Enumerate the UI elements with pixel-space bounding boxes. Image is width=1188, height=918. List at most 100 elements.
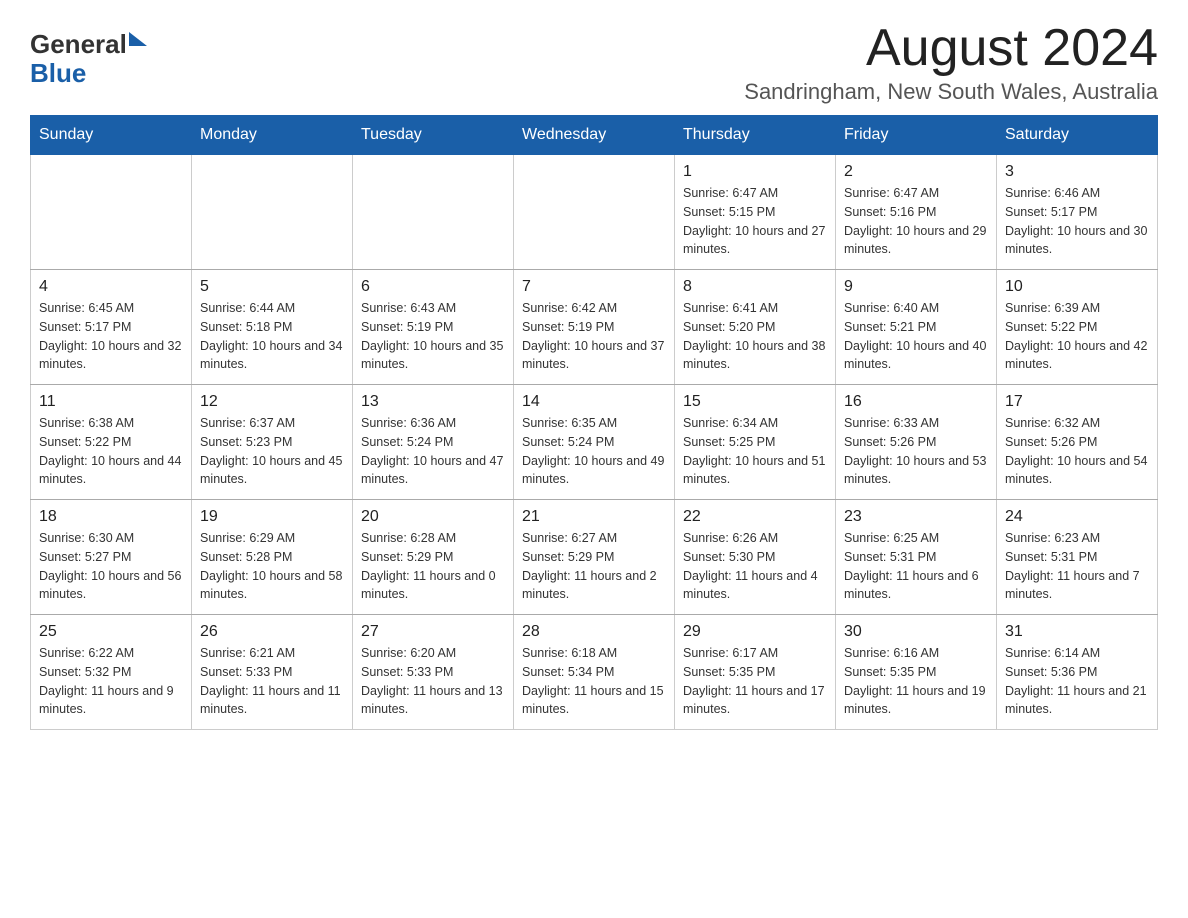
cell-day-number: 3 <box>1005 163 1149 181</box>
cell-day-number: 5 <box>200 278 344 296</box>
cell-day-number: 6 <box>361 278 505 296</box>
calendar-cell: 9 Sunrise: 6:40 AMSunset: 5:21 PMDaylight… <box>836 270 997 385</box>
calendar-cell: 3 Sunrise: 6:46 AMSunset: 5:17 PMDaylight… <box>997 155 1158 270</box>
cell-info-text: Sunrise: 6:39 AMSunset: 5:22 PMDaylight:… <box>1005 299 1149 374</box>
calendar-week-row: 4 Sunrise: 6:45 AMSunset: 5:17 PMDaylight… <box>31 270 1158 385</box>
cell-info-text: Sunrise: 6:35 AMSunset: 5:24 PMDaylight:… <box>522 414 666 489</box>
cell-info-text: Sunrise: 6:29 AMSunset: 5:28 PMDaylight:… <box>200 529 344 604</box>
title-block: August 2024 Sandringham, New South Wales… <box>744 20 1158 105</box>
calendar-cell: 30 Sunrise: 6:16 AMSunset: 5:35 PMDayligh… <box>836 615 997 730</box>
calendar-week-row: 11Sunrise: 6:38 AMSunset: 5:22 PMDayligh… <box>31 385 1158 500</box>
calendar-cell: 22 Sunrise: 6:26 AMSunset: 5:30 PMDayligh… <box>675 500 836 615</box>
calendar-cell: 29 Sunrise: 6:17 AMSunset: 5:35 PMDayligh… <box>675 615 836 730</box>
cell-info-text: Sunrise: 6:21 AMSunset: 5:33 PMDaylight:… <box>200 644 344 719</box>
cell-info-text: Sunrise: 6:43 AMSunset: 5:19 PMDaylight:… <box>361 299 505 374</box>
cell-day-number: 4 <box>39 278 183 296</box>
cell-info-text: Sunrise: 6:25 AMSunset: 5:31 PMDaylight:… <box>844 529 988 604</box>
cell-info-text: Sunrise: 6:27 AMSunset: 5:29 PMDaylight:… <box>522 529 666 604</box>
cell-info-text: Sunrise: 6:47 AMSunset: 5:15 PMDaylight:… <box>683 184 827 259</box>
cell-info-text: Sunrise: 6:17 AMSunset: 5:35 PMDaylight:… <box>683 644 827 719</box>
calendar-cell: 24Sunrise: 6:23 AMSunset: 5:31 PMDayligh… <box>997 500 1158 615</box>
cell-info-text: Sunrise: 6:28 AMSunset: 5:29 PMDaylight:… <box>361 529 505 604</box>
calendar-cell: 13 Sunrise: 6:36 AMSunset: 5:24 PMDayligh… <box>353 385 514 500</box>
calendar-cell: 12 Sunrise: 6:37 AMSunset: 5:23 PMDayligh… <box>192 385 353 500</box>
cell-day-number: 14 <box>522 393 666 411</box>
calendar-cell <box>31 155 192 270</box>
cell-info-text: Sunrise: 6:45 AMSunset: 5:17 PMDaylight:… <box>39 299 183 374</box>
cell-info-text: Sunrise: 6:18 AMSunset: 5:34 PMDaylight:… <box>522 644 666 719</box>
cell-info-text: Sunrise: 6:47 AMSunset: 5:16 PMDaylight:… <box>844 184 988 259</box>
weekday-header-wednesday: Wednesday <box>514 116 675 155</box>
calendar-cell: 1 Sunrise: 6:47 AMSunset: 5:15 PMDaylight… <box>675 155 836 270</box>
cell-info-text: Sunrise: 6:36 AMSunset: 5:24 PMDaylight:… <box>361 414 505 489</box>
logo-general-text: General <box>30 30 127 59</box>
calendar-cell: 23Sunrise: 6:25 AMSunset: 5:31 PMDayligh… <box>836 500 997 615</box>
calendar-cell: 17 Sunrise: 6:32 AMSunset: 5:26 PMDayligh… <box>997 385 1158 500</box>
calendar-cell: 28Sunrise: 6:18 AMSunset: 5:34 PMDayligh… <box>514 615 675 730</box>
weekday-header-friday: Friday <box>836 116 997 155</box>
cell-info-text: Sunrise: 6:26 AMSunset: 5:30 PMDaylight:… <box>683 529 827 604</box>
calendar-cell: 31Sunrise: 6:14 AMSunset: 5:36 PMDayligh… <box>997 615 1158 730</box>
cell-day-number: 20 <box>361 508 505 526</box>
cell-info-text: Sunrise: 6:20 AMSunset: 5:33 PMDaylight:… <box>361 644 505 719</box>
cell-info-text: Sunrise: 6:41 AMSunset: 5:20 PMDaylight:… <box>683 299 827 374</box>
cell-day-number: 22 <box>683 508 827 526</box>
calendar-cell <box>192 155 353 270</box>
logo-blue-text: Blue <box>30 58 86 88</box>
cell-day-number: 30 <box>844 623 988 641</box>
cell-day-number: 12 <box>200 393 344 411</box>
cell-day-number: 10 <box>1005 278 1149 296</box>
cell-info-text: Sunrise: 6:23 AMSunset: 5:31 PMDaylight:… <box>1005 529 1149 604</box>
cell-info-text: Sunrise: 6:16 AMSunset: 5:35 PMDaylight:… <box>844 644 988 719</box>
calendar-cell: 14 Sunrise: 6:35 AMSunset: 5:24 PMDayligh… <box>514 385 675 500</box>
cell-info-text: Sunrise: 6:46 AMSunset: 5:17 PMDaylight:… <box>1005 184 1149 259</box>
month-title: August 2024 <box>744 20 1158 77</box>
cell-info-text: Sunrise: 6:33 AMSunset: 5:26 PMDaylight:… <box>844 414 988 489</box>
cell-day-number: 17 <box>1005 393 1149 411</box>
calendar-cell: 27 Sunrise: 6:20 AMSunset: 5:33 PMDayligh… <box>353 615 514 730</box>
calendar-cell: 2 Sunrise: 6:47 AMSunset: 5:16 PMDaylight… <box>836 155 997 270</box>
calendar-cell: 8Sunrise: 6:41 AMSunset: 5:20 PMDaylight… <box>675 270 836 385</box>
cell-info-text: Sunrise: 6:32 AMSunset: 5:26 PMDaylight:… <box>1005 414 1149 489</box>
weekday-header-monday: Monday <box>192 116 353 155</box>
cell-info-text: Sunrise: 6:44 AMSunset: 5:18 PMDaylight:… <box>200 299 344 374</box>
cell-info-text: Sunrise: 6:37 AMSunset: 5:23 PMDaylight:… <box>200 414 344 489</box>
calendar-week-row: 1 Sunrise: 6:47 AMSunset: 5:15 PMDaylight… <box>31 155 1158 270</box>
logo: General Blue <box>30 30 147 87</box>
cell-info-text: Sunrise: 6:40 AMSunset: 5:21 PMDaylight:… <box>844 299 988 374</box>
calendar-week-row: 25 Sunrise: 6:22 AMSunset: 5:32 PMDayligh… <box>31 615 1158 730</box>
cell-day-number: 21 <box>522 508 666 526</box>
calendar-cell: 10 Sunrise: 6:39 AMSunset: 5:22 PMDayligh… <box>997 270 1158 385</box>
cell-day-number: 29 <box>683 623 827 641</box>
page-header: General Blue August 2024 Sandringham, Ne… <box>30 20 1158 105</box>
cell-day-number: 7 <box>522 278 666 296</box>
logo-triangle-icon <box>129 32 147 46</box>
cell-day-number: 18 <box>39 508 183 526</box>
cell-day-number: 25 <box>39 623 183 641</box>
location-subtitle: Sandringham, New South Wales, Australia <box>744 79 1158 105</box>
calendar-cell: 6 Sunrise: 6:43 AMSunset: 5:19 PMDaylight… <box>353 270 514 385</box>
cell-day-number: 9 <box>844 278 988 296</box>
calendar-week-row: 18Sunrise: 6:30 AMSunset: 5:27 PMDayligh… <box>31 500 1158 615</box>
calendar-cell: 21 Sunrise: 6:27 AMSunset: 5:29 PMDayligh… <box>514 500 675 615</box>
weekday-header-saturday: Saturday <box>997 116 1158 155</box>
cell-day-number: 19 <box>200 508 344 526</box>
cell-day-number: 16 <box>844 393 988 411</box>
cell-day-number: 1 <box>683 163 827 181</box>
cell-info-text: Sunrise: 6:42 AMSunset: 5:19 PMDaylight:… <box>522 299 666 374</box>
calendar-cell: 18Sunrise: 6:30 AMSunset: 5:27 PMDayligh… <box>31 500 192 615</box>
calendar-cell: 19 Sunrise: 6:29 AMSunset: 5:28 PMDayligh… <box>192 500 353 615</box>
cell-day-number: 13 <box>361 393 505 411</box>
calendar-cell: 11Sunrise: 6:38 AMSunset: 5:22 PMDayligh… <box>31 385 192 500</box>
cell-day-number: 15 <box>683 393 827 411</box>
cell-info-text: Sunrise: 6:22 AMSunset: 5:32 PMDaylight:… <box>39 644 183 719</box>
calendar-cell: 7 Sunrise: 6:42 AMSunset: 5:19 PMDaylight… <box>514 270 675 385</box>
cell-day-number: 2 <box>844 163 988 181</box>
calendar-cell: 20 Sunrise: 6:28 AMSunset: 5:29 PMDayligh… <box>353 500 514 615</box>
cell-day-number: 27 <box>361 623 505 641</box>
weekday-header-thursday: Thursday <box>675 116 836 155</box>
calendar-table: SundayMondayTuesdayWednesdayThursdayFrid… <box>30 115 1158 730</box>
calendar-cell: 4 Sunrise: 6:45 AMSunset: 5:17 PMDaylight… <box>31 270 192 385</box>
cell-day-number: 11 <box>39 393 183 411</box>
cell-info-text: Sunrise: 6:34 AMSunset: 5:25 PMDaylight:… <box>683 414 827 489</box>
